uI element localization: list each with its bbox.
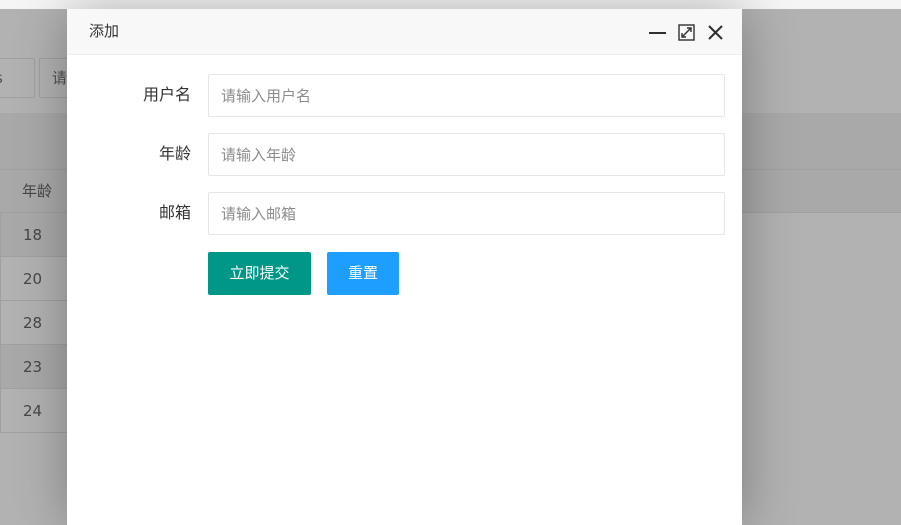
add-dialog: 添加 用户名 请输入用户名 年龄 请输入年龄 邮箱 请输入邮箱 立即提交 重置 [67, 9, 742, 525]
username-input[interactable] [208, 74, 725, 117]
dialog-tools [637, 21, 724, 43]
age-label: 年龄 [158, 144, 191, 163]
minus-icon[interactable] [648, 23, 666, 41]
submit-button[interactable]: 立即提交 [208, 252, 311, 295]
dialog-title: 添加 [89, 22, 120, 40]
dialog-title-bar[interactable]: 添加 [67, 9, 742, 55]
form-item-username: 用户名 [67, 73, 742, 117]
form-item-email: 邮箱 [67, 191, 742, 235]
close-icon[interactable] [706, 23, 724, 41]
form-item-age: 年龄 [67, 132, 742, 176]
maximize-icon[interactable] [677, 23, 695, 41]
overlay-top-strip [0, 0, 901, 9]
email-input[interactable] [208, 192, 725, 235]
username-label: 用户名 [142, 85, 191, 104]
email-label: 邮箱 [158, 203, 191, 222]
age-input[interactable] [208, 133, 725, 176]
reset-button[interactable]: 重置 [327, 252, 399, 295]
